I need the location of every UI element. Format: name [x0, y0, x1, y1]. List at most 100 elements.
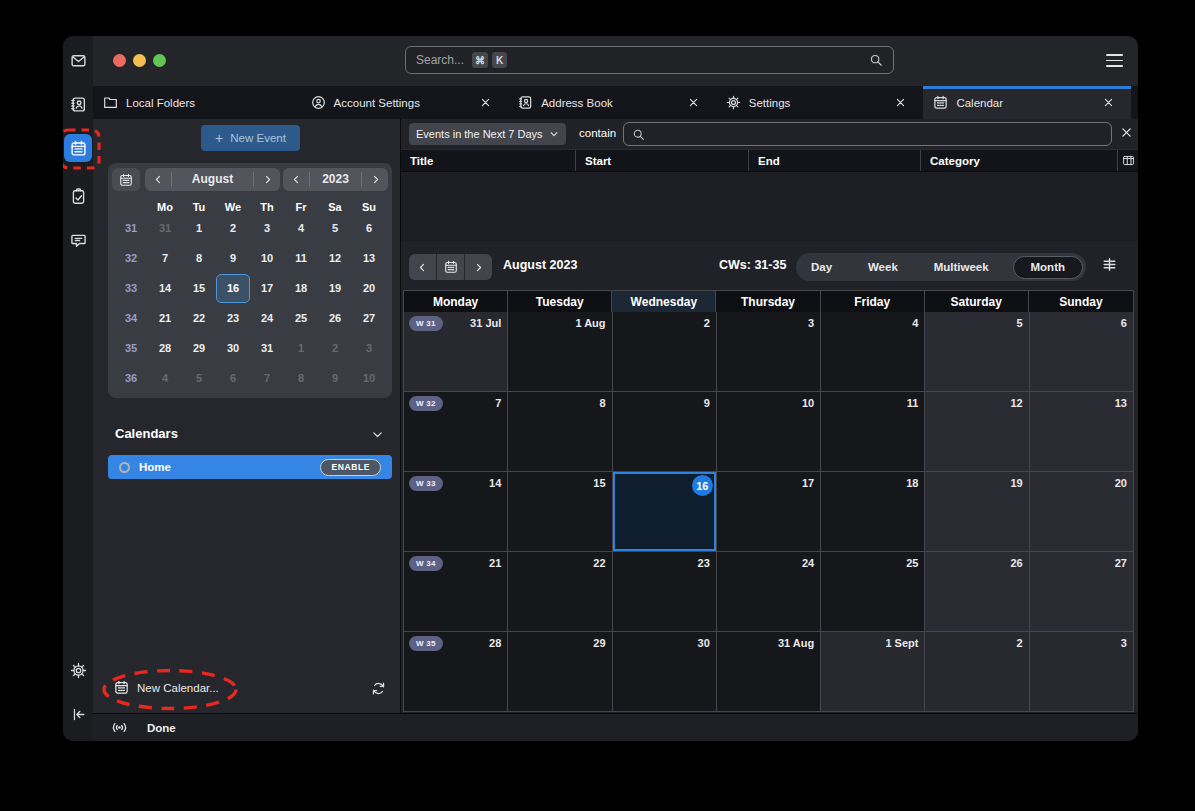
event-search-input[interactable] [623, 122, 1112, 146]
day-cell-6[interactable]: 6 [1030, 312, 1133, 391]
today-button[interactable] [437, 254, 464, 280]
rail-addressbook-icon[interactable] [66, 92, 90, 116]
rail-collapse-icon[interactable] [66, 702, 90, 726]
mini-day[interactable]: 27 [352, 303, 386, 333]
day-cell-15[interactable]: 15 [508, 472, 611, 551]
mini-day[interactable]: 31 [148, 213, 182, 243]
day-cell-1-aug[interactable]: 1 Aug [508, 312, 611, 391]
day-cell-11[interactable]: 11 [821, 392, 924, 471]
day-cell-25[interactable]: 25 [821, 552, 924, 631]
day-cell-2[interactable]: 2 [925, 632, 1028, 711]
mini-day[interactable]: 31 [250, 333, 284, 363]
mini-day[interactable]: 23 [216, 303, 250, 333]
mini-day[interactable]: 4 [148, 363, 182, 393]
mini-day[interactable]: 3 [250, 213, 284, 243]
day-cell-16[interactable]: 16 [613, 472, 716, 551]
mini-day[interactable]: 30 [216, 333, 250, 363]
chevron-down-icon[interactable] [371, 427, 384, 445]
day-cell-20[interactable]: 20 [1030, 472, 1133, 551]
day-cell-2[interactable]: 2 [613, 312, 716, 391]
column-header-start[interactable]: Start [576, 150, 749, 171]
mini-day[interactable]: 5 [182, 363, 216, 393]
mini-day[interactable]: 17 [250, 273, 284, 303]
day-cell-27[interactable]: 27 [1030, 552, 1133, 631]
view-button-multiweek[interactable]: Multiweek [922, 256, 1001, 278]
day-cell-21[interactable]: W 3421 [404, 552, 507, 631]
mini-day[interactable]: 2 [318, 333, 352, 363]
mini-day[interactable]: 29 [182, 333, 216, 363]
day-cell-8[interactable]: 8 [508, 392, 611, 471]
next-button[interactable] [465, 254, 492, 280]
day-cell-1-sept[interactable]: 1 Sept [821, 632, 924, 711]
mini-day[interactable]: 9 [318, 363, 352, 393]
mini-day[interactable]: 21 [148, 303, 182, 333]
mini-day[interactable]: 16 [216, 274, 250, 303]
tab-local-folders[interactable]: Local Folders [93, 86, 301, 119]
day-cell-30[interactable]: 30 [613, 632, 716, 711]
day-cell-5[interactable]: 5 [925, 312, 1028, 391]
column-header-title[interactable]: Title [401, 150, 576, 171]
tab-calendar[interactable]: Calendar [923, 86, 1131, 119]
app-menu-button[interactable] [1106, 54, 1123, 67]
mini-day[interactable]: 10 [352, 363, 386, 393]
day-cell-22[interactable]: 22 [508, 552, 611, 631]
mini-day[interactable]: 19 [318, 273, 352, 303]
day-cell-7[interactable]: W 327 [404, 392, 507, 471]
mini-day[interactable]: 7 [250, 363, 284, 393]
traffic-zoom-button[interactable] [153, 54, 166, 67]
mini-calendar-today-button[interactable] [112, 168, 140, 191]
day-cell-31-jul[interactable]: W 3131 Jul [404, 312, 507, 391]
year-next-icon[interactable] [362, 174, 388, 185]
mini-day[interactable]: 26 [318, 303, 352, 333]
mini-day[interactable]: 25 [284, 303, 318, 333]
day-cell-28[interactable]: W 3528 [404, 632, 507, 711]
month-prev-icon[interactable] [145, 174, 171, 185]
tab-address-book[interactable]: Address Book [508, 86, 716, 119]
view-button-month[interactable]: Month [1013, 256, 1083, 279]
mini-day[interactable]: 5 [318, 213, 352, 243]
day-cell-18[interactable]: 18 [821, 472, 924, 551]
tab-close-icon[interactable] [895, 97, 913, 108]
day-cell-23[interactable]: 23 [613, 552, 716, 631]
day-cell-17[interactable]: 17 [717, 472, 820, 551]
rail-mail-icon[interactable] [66, 48, 90, 72]
traffic-minimize-button[interactable] [133, 54, 146, 67]
traffic-close-button[interactable] [113, 54, 126, 67]
mini-day[interactable]: 24 [250, 303, 284, 333]
day-cell-9[interactable]: 9 [613, 392, 716, 471]
day-cell-4[interactable]: 4 [821, 312, 924, 391]
event-filter-dropdown[interactable]: Events in the Next 7 Days [409, 123, 566, 145]
mini-day[interactable]: 10 [250, 243, 284, 273]
mini-day[interactable]: 1 [284, 333, 318, 363]
column-picker-icon[interactable] [1118, 154, 1138, 167]
refresh-icon[interactable] [371, 681, 386, 696]
view-button-day[interactable]: Day [799, 256, 844, 278]
mini-day[interactable]: 6 [216, 363, 250, 393]
day-cell-12[interactable]: 12 [925, 392, 1028, 471]
day-cell-31-aug[interactable]: 31 Aug [717, 632, 820, 711]
mini-day[interactable]: 11 [284, 243, 318, 273]
mini-day[interactable]: 18 [284, 273, 318, 303]
day-cell-19[interactable]: 19 [925, 472, 1028, 551]
rail-chat-icon[interactable] [66, 228, 90, 252]
day-cell-3[interactable]: 3 [1030, 632, 1133, 711]
mini-day[interactable]: 6 [352, 213, 386, 243]
mini-day[interactable]: 28 [148, 333, 182, 363]
day-cell-10[interactable]: 10 [717, 392, 820, 471]
day-cell-13[interactable]: 13 [1030, 392, 1133, 471]
rail-gear-icon[interactable] [66, 658, 90, 682]
mini-day[interactable]: 3 [352, 333, 386, 363]
tab-close-icon[interactable] [1103, 97, 1121, 108]
rail-tasks-icon[interactable] [66, 184, 90, 208]
mini-day[interactable]: 4 [284, 213, 318, 243]
tab-account-settings[interactable]: Account Settings [301, 86, 509, 119]
day-cell-14[interactable]: W 3314 [404, 472, 507, 551]
new-event-button[interactable]: + New Event [201, 125, 300, 151]
calendar-list-item-home[interactable]: Home ENABLE [108, 455, 392, 479]
month-next-icon[interactable] [254, 174, 280, 185]
rotate-view-icon[interactable] [1101, 256, 1118, 273]
tab-settings[interactable]: Settings [716, 86, 924, 119]
day-cell-24[interactable]: 24 [717, 552, 820, 631]
tab-close-icon[interactable] [480, 97, 498, 108]
prev-button[interactable] [409, 254, 436, 280]
